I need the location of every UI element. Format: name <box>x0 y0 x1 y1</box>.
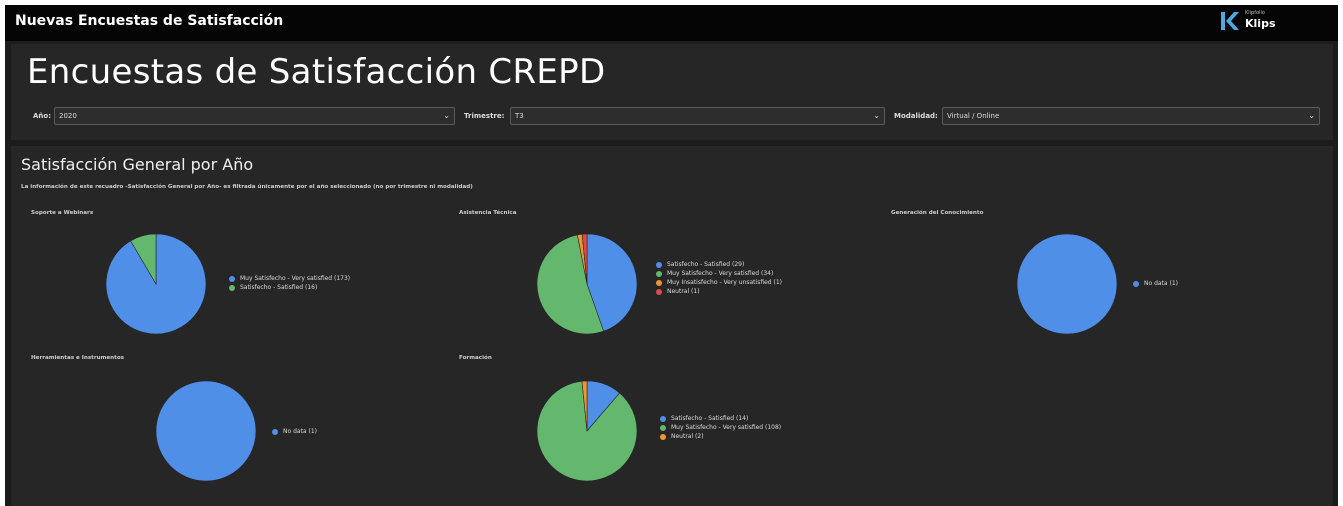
legend-item[interactable]: Neutral (1) <box>656 287 782 296</box>
section-note: La información de este recuadro -Satisfa… <box>21 184 473 190</box>
brand-name: Klips <box>1245 17 1276 30</box>
satisfaction-panel: Satisfacción General por Año La informac… <box>11 146 1333 506</box>
legend-dot-icon <box>229 284 235 291</box>
legend-formacion: Satisfecho - Satisfied (14) Muy Satisfech… <box>660 414 781 441</box>
pie-chart-webinars <box>105 233 207 335</box>
chart-title-asistencia-tecnica: Asistencia Técnica <box>459 210 517 216</box>
year-filter-label: Año: <box>33 112 52 120</box>
chevron-down-icon: ⌄ <box>1308 111 1315 120</box>
chart-title-herramientas: Herramientas e Instrumentos <box>31 355 125 361</box>
pie-slice[interactable] <box>1016 233 1118 335</box>
legend-item[interactable]: Muy Insatisfecho - Very unsatisfied (1) <box>656 278 782 287</box>
chevron-down-icon: ⌄ <box>873 111 880 120</box>
legend-label: Neutral (1) <box>667 288 700 295</box>
legend-dot-icon <box>656 288 662 295</box>
legend-item[interactable]: Muy Satisfecho - Very satisfied (34) <box>656 269 782 278</box>
year-select-value: 2020 <box>59 112 77 120</box>
legend-label: No data (1) <box>283 428 317 435</box>
legend-dot-icon <box>656 261 662 268</box>
chevron-down-icon: ⌄ <box>443 111 450 120</box>
quarter-select[interactable]: T3 ⌄ <box>510 107 885 125</box>
dashboard-name: Nuevas Encuestas de Satisfacción <box>15 13 284 29</box>
legend-dot-icon <box>272 428 278 435</box>
pie-chart-asistencia-tecnica <box>536 233 638 335</box>
pie-chart-herramientas <box>155 380 257 482</box>
legend-asistencia-tecnica: Satisfecho - Satisfied (29) Muy Satisfech… <box>656 260 782 296</box>
legend-label: Satisfecho - Satisfied (14) <box>671 415 749 422</box>
section-title: Satisfacción General por Año <box>21 155 254 174</box>
modality-filter-label: Modalidad: <box>894 112 938 120</box>
legend-label: Muy Satisfecho - Very satisfied (108) <box>671 424 782 431</box>
top-bar: Nuevas Encuestas de Satisfacción Klipfol… <box>5 5 1338 41</box>
legend-item[interactable]: Muy Satisfecho - Very satisfied (173) <box>229 274 350 283</box>
legend-dot-icon <box>1133 280 1139 287</box>
brand-small-text: Klipfolio <box>1245 10 1265 16</box>
year-select[interactable]: 2020 ⌄ <box>54 107 455 125</box>
legend-label: Muy Satisfecho - Very satisfied (34) <box>667 270 774 277</box>
legend-dot-icon <box>660 424 666 431</box>
legend-item[interactable]: No data (1) <box>1133 279 1178 288</box>
legend-dot-icon <box>656 279 662 286</box>
pie-chart-generacion-conocimiento <box>1016 233 1118 335</box>
legend-item[interactable]: Satisfecho - Satisfied (29) <box>656 260 782 269</box>
page-title: Encuestas de Satisfacción CREPD <box>27 52 606 92</box>
chart-title-generacion-conocimiento: Generación del Conocimiento <box>891 210 984 216</box>
header-panel: Encuestas de Satisfacción CREPD Año: 202… <box>11 44 1333 140</box>
legend-item[interactable]: Neutral (2) <box>660 432 781 441</box>
quarter-filter-label: Trimestre: <box>464 112 505 120</box>
klips-logo-icon <box>1221 12 1239 30</box>
legend-label: Satisfecho - Satisfied (29) <box>667 261 745 268</box>
legend-dot-icon <box>660 433 666 440</box>
modality-select-value: Virtual / Online <box>947 112 1000 120</box>
legend-label: No data (1) <box>1144 280 1178 287</box>
chart-title-webinars: Soporte a Webinars <box>31 210 94 216</box>
legend-label: Muy Insatisfecho - Very unsatisfied (1) <box>667 279 783 286</box>
legend-label: Satisfecho - Satisfied (16) <box>240 284 318 291</box>
legend-item[interactable]: Muy Satisfecho - Very satisfied (108) <box>660 423 781 432</box>
klips-logo: Klipfolio Klips <box>1220 9 1280 35</box>
legend-item[interactable]: No data (1) <box>272 427 317 436</box>
legend-herramientas: No data (1) <box>272 427 317 436</box>
quarter-select-value: T3 <box>515 112 524 120</box>
dashboard-frame: Nuevas Encuestas de Satisfacción Klipfol… <box>5 5 1338 506</box>
legend-item[interactable]: Satisfecho - Satisfied (16) <box>229 283 350 292</box>
legend-label: Neutral (2) <box>671 433 704 440</box>
modality-select[interactable]: Virtual / Online ⌄ <box>942 107 1320 125</box>
legend-generacion-conocimiento: No data (1) <box>1133 279 1178 288</box>
legend-dot-icon <box>660 415 666 422</box>
legend-dot-icon <box>229 275 235 282</box>
pie-chart-formacion <box>536 380 638 482</box>
legend-dot-icon <box>656 270 662 277</box>
legend-item[interactable]: Satisfecho - Satisfied (14) <box>660 414 781 423</box>
chart-title-formacion: Formación <box>459 355 492 361</box>
legend-label: Muy Satisfecho - Very satisfied (173) <box>240 275 351 282</box>
legend-webinars: Muy Satisfecho - Very satisfied (173) Sat… <box>229 274 350 292</box>
pie-slice[interactable] <box>155 380 257 482</box>
